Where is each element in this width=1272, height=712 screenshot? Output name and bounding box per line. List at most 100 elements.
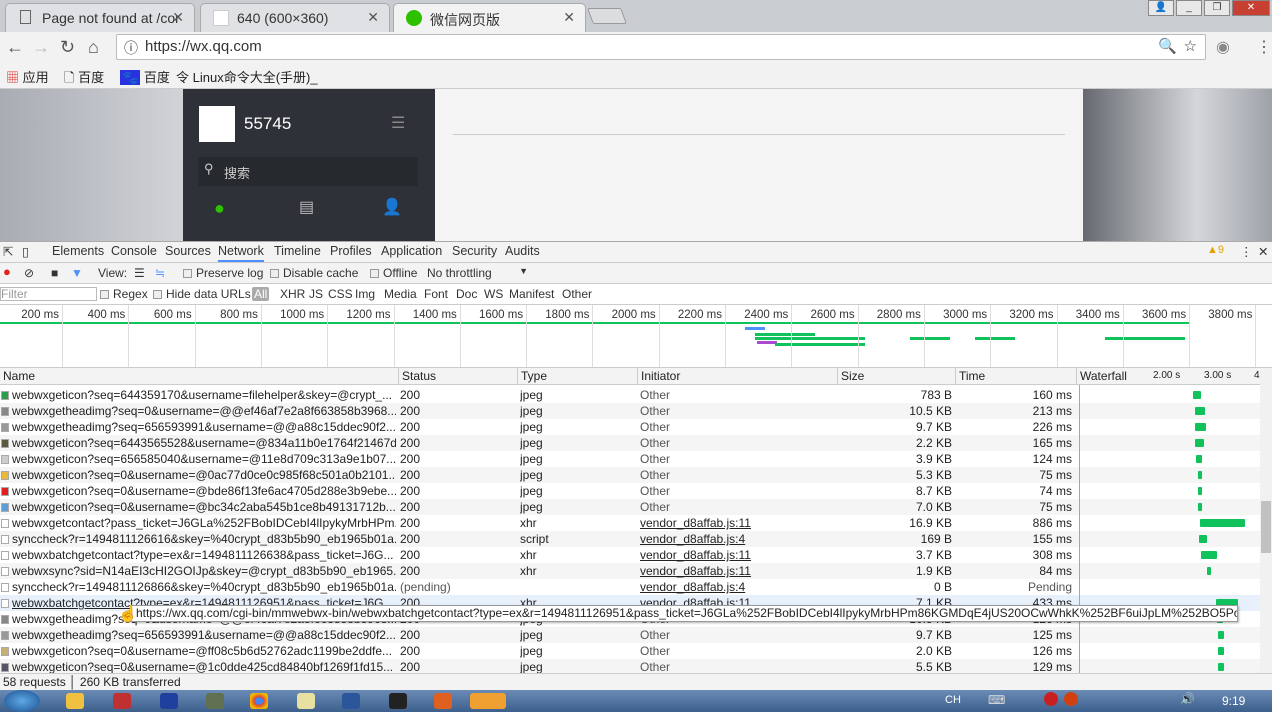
filter-ws[interactable]: WS <box>484 287 503 301</box>
timeline-overview[interactable]: 200 ms 400 ms 600 ms 800 ms 1000 ms 1200 ms 14… <box>0 305 1272 368</box>
zoom-icon[interactable]: 🔍 <box>1158 37 1177 55</box>
cell-name[interactable]: webwxgetheadimg?seq=0&username=@@ef46af7… <box>12 403 396 419</box>
cell-name[interactable]: webwxgeticon?seq=656585040&username=@11e… <box>12 451 396 467</box>
filter-input[interactable]: Filter <box>0 287 97 301</box>
url-input[interactable]: ⓘ https://wx.qq.com 🔍 ☆ <box>116 34 1206 60</box>
cell-initiator[interactable]: vendor_d8affab.js:11 <box>640 563 835 579</box>
save-app-icon[interactable] <box>160 693 178 709</box>
table-row[interactable]: synccheck?r=1494811126616&skey=%40crypt_… <box>0 531 1260 547</box>
volume-icon[interactable]: 🔊 <box>1180 692 1195 706</box>
filter-media[interactable]: Media <box>384 287 417 301</box>
app-icon[interactable] <box>434 693 452 709</box>
table-row[interactable]: webwxgetheadimg?seq=0&username=@@ef46af7… <box>0 403 1260 419</box>
back-icon[interactable]: ← <box>6 37 24 58</box>
filter-all[interactable]: All <box>252 287 270 301</box>
col-waterfall[interactable]: Waterfall 2.00 s 3.00 s 4 <box>1076 368 1260 384</box>
tab-elements[interactable]: Elements <box>52 244 104 258</box>
filter-other[interactable]: Other <box>562 287 592 301</box>
menu-icon[interactable]: ☰ <box>391 113 405 133</box>
bookmark-star-icon[interactable]: ☆ <box>1184 37 1197 55</box>
tab-sources[interactable]: Sources <box>165 244 211 258</box>
cell-name[interactable]: webwxgeticon?seq=0&username=@bde86f13fe6… <box>12 483 396 499</box>
close-tab-icon[interactable]: ✕ <box>172 9 184 26</box>
filter-js[interactable]: JS <box>309 287 323 301</box>
home-icon[interactable]: ⌂ <box>88 37 99 58</box>
table-row[interactable]: synccheck?r=1494811126866&skey=%40crypt_… <box>0 579 1260 595</box>
extension-icon[interactable]: ◉ <box>1216 37 1230 57</box>
table-row[interactable]: webwxgeticon?seq=656585040&username=@11e… <box>0 451 1260 467</box>
table-row[interactable]: webwxgeticon?seq=0&username=@1c0dde425cd… <box>0 659 1260 674</box>
cell-name[interactable]: webwxgetheadimg?seq=656593991&username=@… <box>12 627 396 643</box>
table-row[interactable]: webwxbatchgetcontact?type=ex&r=149481112… <box>0 547 1260 563</box>
expressvpn-icon[interactable] <box>1044 692 1058 706</box>
close-devtools-icon[interactable]: ✕ <box>1258 244 1268 259</box>
table-row[interactable]: webwxgetheadimg?seq=656593991&username=@… <box>0 419 1260 435</box>
bookmark-linux[interactable]: 令 Linux命令大全(手册)_ <box>176 67 318 86</box>
pycharm-icon[interactable] <box>389 693 407 709</box>
article-icon[interactable]: ▤ <box>299 197 314 217</box>
table-row[interactable]: webwxgeticon?seq=0&username=@bc34c2aba54… <box>0 499 1260 515</box>
tab-audits[interactable]: Audits <box>505 244 540 258</box>
table-row[interactable]: webwxgetheadimg?seq=656593991&username=@… <box>0 627 1260 643</box>
start-button[interactable] <box>4 690 40 712</box>
browser-tab[interactable]: Page not found at /cor ✕ <box>5 3 195 32</box>
col-size[interactable]: Size <box>837 368 955 384</box>
filter-font[interactable]: Font <box>424 287 448 301</box>
search-input[interactable]: ⚲ 搜索 <box>198 157 418 186</box>
scrollbar-thumb[interactable] <box>1261 501 1271 553</box>
filter-icon[interactable]: ▼ <box>71 266 83 280</box>
ime-indicator[interactable]: CH <box>945 694 961 706</box>
bookmark-apps[interactable]: ▦ 应用 <box>6 67 49 86</box>
table-row[interactable]: webwxgeticon?seq=0&username=@ff08c5b6d52… <box>0 643 1260 659</box>
col-status[interactable]: Status <box>398 368 517 384</box>
chat-icon[interactable]: ● <box>214 198 225 219</box>
throttling-select[interactable]: No throttling ▼ <box>427 266 530 280</box>
cell-name[interactable]: webwxgetcontact?pass_ticket=J6GLa%252FBo… <box>12 515 396 531</box>
col-initiator[interactable]: Initiator <box>637 368 837 384</box>
cell-initiator[interactable]: vendor_d8affab.js:4 <box>640 579 835 595</box>
filter-css[interactable]: CSS <box>328 287 353 301</box>
table-row[interactable]: webwxgeticon?seq=644359170&username=file… <box>0 387 1260 403</box>
table-row[interactable]: webwxgeticon?seq=6443565528&username=@83… <box>0 435 1260 451</box>
tab-profiles[interactable]: Profiles <box>330 244 372 258</box>
avatar[interactable] <box>199 106 235 142</box>
filter-doc[interactable]: Doc <box>456 287 477 301</box>
cell-name[interactable]: webwxgeticon?seq=0&username=@1c0dde425cd… <box>12 659 396 674</box>
cell-initiator[interactable]: vendor_d8affab.js:11 <box>640 547 835 563</box>
bookmark-baidu[interactable]: 🗋 百度 <box>64 67 104 91</box>
close-tab-icon[interactable]: ✕ <box>563 9 575 26</box>
list-view-icon[interactable]: ☰ <box>134 266 145 280</box>
filter-img[interactable]: Img <box>355 287 375 301</box>
app-icon[interactable] <box>206 693 224 709</box>
cell-name[interactable]: webwxgeticon?seq=6443565528&username=@83… <box>12 435 396 451</box>
forward-icon[interactable]: → <box>32 37 50 58</box>
explorer-icon[interactable] <box>470 693 506 709</box>
warning-count[interactable]: ▲9 <box>1207 244 1224 256</box>
table-row[interactable]: webwxsync?sid=N14aEI3cHI2GOIJp&skey=@cry… <box>0 563 1260 579</box>
cell-initiator[interactable]: vendor_d8affab.js:11 <box>640 515 835 531</box>
bookmark-baidu-2[interactable]: 🐾 百度 <box>120 67 170 86</box>
browser-tab-active[interactable]: 微信网页版 ✕ <box>393 3 586 32</box>
cell-name[interactable]: webwxgeticon?seq=644359170&username=file… <box>12 387 396 403</box>
regex-checkbox[interactable]: Regex <box>100 287 148 301</box>
cell-name[interactable]: webwxgeticon?seq=0&username=@bc34c2aba54… <box>12 499 396 515</box>
restore-button[interactable]: ❐ <box>1204 0 1230 16</box>
chrome-icon[interactable] <box>250 693 268 709</box>
new-tab-button[interactable] <box>587 8 627 24</box>
browser-tab[interactable]: 640 (600×360) ✕ <box>200 3 390 32</box>
word-icon[interactable] <box>342 693 360 709</box>
notepad-icon[interactable] <box>297 693 315 709</box>
cell-name[interactable]: webwxgeticon?seq=0&username=@0ac77d0ce0c… <box>12 467 396 483</box>
hide-data-urls-checkbox[interactable]: Hide data URLs <box>153 287 251 301</box>
keyboard-icon[interactable]: ⌨ <box>988 693 1005 707</box>
clear-icon[interactable]: ⊘ <box>24 266 34 280</box>
app-icon[interactable] <box>66 693 84 709</box>
cell-initiator[interactable]: vendor_d8affab.js:4 <box>640 531 835 547</box>
cell-name[interactable]: webwxbatchgetcontact?type=ex&r=149481112… <box>12 547 396 563</box>
more-icon[interactable]: ⋮ <box>1240 244 1253 259</box>
minimize-button[interactable]: _ <box>1176 0 1202 16</box>
filter-manifest[interactable]: Manifest <box>509 287 554 301</box>
table-row[interactable]: webwxgeticon?seq=0&username=@0ac77d0ce0c… <box>0 467 1260 483</box>
offline-checkbox[interactable]: Offline <box>370 266 417 280</box>
reload-icon[interactable]: ↻ <box>60 37 75 58</box>
